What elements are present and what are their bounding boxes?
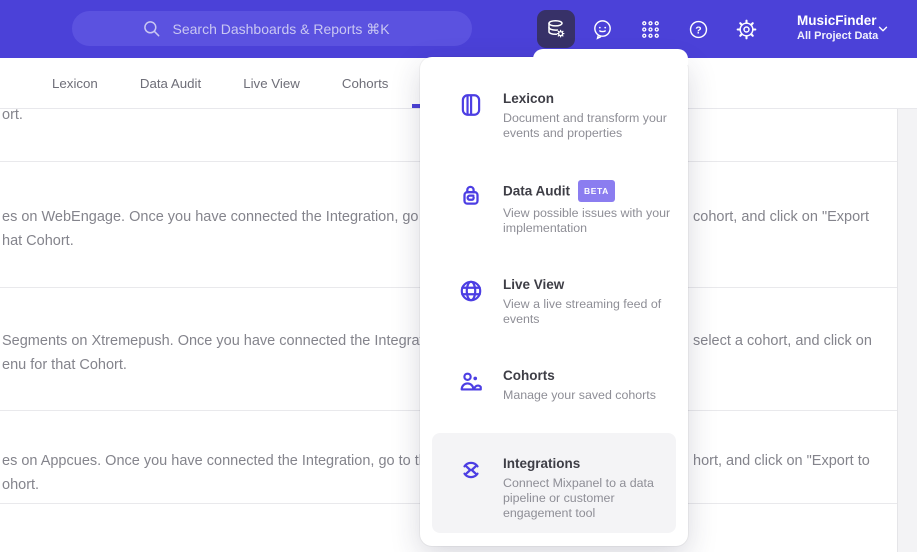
screen: ? MusicFinder All Project Data Lexicon D… — [0, 0, 917, 552]
sync-arrows-icon — [458, 455, 484, 488]
menu-item-title: Live View — [503, 277, 565, 292]
svg-text:?: ? — [695, 24, 701, 36]
menu-item-title: Cohorts — [503, 368, 555, 383]
menu-item-desc: Manage your saved cohorts — [503, 388, 656, 402]
data-management-button[interactable] — [537, 10, 575, 48]
nav-dropdown: Lexicon Document and transform your even… — [420, 57, 688, 546]
search-field[interactable] — [170, 19, 403, 38]
menu-item-desc: View a live streaming feed of events — [503, 297, 662, 326]
menu-item-desc: Document and transform your events and p… — [503, 111, 667, 140]
apps-grid-button[interactable] — [631, 10, 669, 48]
project-name: MusicFinder — [797, 13, 877, 28]
chevron-down-icon[interactable] — [876, 22, 890, 36]
menu-item-title: Lexicon — [503, 91, 555, 106]
tab-lexicon[interactable]: Lexicon — [52, 76, 98, 91]
menu-item-desc: View possible issues with your implement… — [503, 205, 671, 235]
beta-badge: BETA — [578, 180, 615, 202]
menu-item-lexicon[interactable]: Lexicon Document and transform your even… — [420, 90, 688, 141]
project-subtitle: All Project Data — [797, 30, 879, 42]
menu-item-integrations[interactable]: Integrations Connect Mixpanel to a data … — [432, 433, 676, 533]
bg-text: cohort, and click on "Export — [693, 209, 870, 225]
menu-item-desc: Connect Mixpanel to a data pipeline or c… — [503, 476, 654, 520]
menu-item-title: Integrations — [503, 456, 581, 471]
feedback-smiley-icon — [593, 19, 611, 40]
apps-grid-icon — [641, 20, 659, 38]
menu-item-data-audit[interactable]: Data Audit BETA View possible issues with… — [420, 180, 688, 236]
help-button[interactable]: ? — [679, 10, 717, 48]
settings-button[interactable] — [727, 10, 765, 48]
bg-text: enu for that Cohort. — [2, 357, 127, 373]
gear-icon — [736, 19, 756, 39]
menu-item-title: Data Audit BETA — [503, 180, 679, 202]
feedback-button[interactable] — [583, 10, 621, 48]
bg-text: ohort. — [2, 477, 40, 493]
globe-icon — [458, 276, 484, 309]
people-icon — [458, 367, 484, 400]
tab-cohorts[interactable]: Cohorts — [342, 76, 389, 91]
bg-text: es on Appcues. Once you have connected t… — [2, 453, 451, 469]
tab-data-audit[interactable]: Data Audit — [140, 76, 201, 91]
bg-text: hat Cohort. — [2, 233, 74, 249]
bg-text: select a cohort, and click on — [693, 333, 872, 349]
book-icon — [458, 90, 484, 123]
menu-item-cohorts[interactable]: Cohorts Manage your saved cohorts — [420, 367, 688, 403]
tab-live-view[interactable]: Live View — [243, 76, 300, 91]
bg-text: hort, and click on "Export to — [693, 453, 870, 469]
project-switcher[interactable]: MusicFinder All Project Data — [797, 12, 878, 43]
lock-swirl-icon — [458, 180, 484, 213]
scrollbar-track[interactable] — [897, 109, 917, 552]
menu-item-live-view[interactable]: Live View View a live streaming feed of … — [420, 276, 688, 327]
top-bar: ? MusicFinder All Project Data — [0, 0, 917, 58]
search-input[interactable] — [72, 11, 472, 46]
bg-text: ort. — [2, 107, 23, 123]
help-icon: ? — [689, 20, 707, 38]
search-icon — [143, 20, 159, 36]
dropdown-notch — [533, 49, 688, 65]
database-gear-icon — [548, 19, 565, 38]
bg-text: es on WebEngage. Once you have connected… — [2, 209, 459, 225]
bg-text: Segments on Xtremepush. Once you have co… — [2, 333, 447, 349]
